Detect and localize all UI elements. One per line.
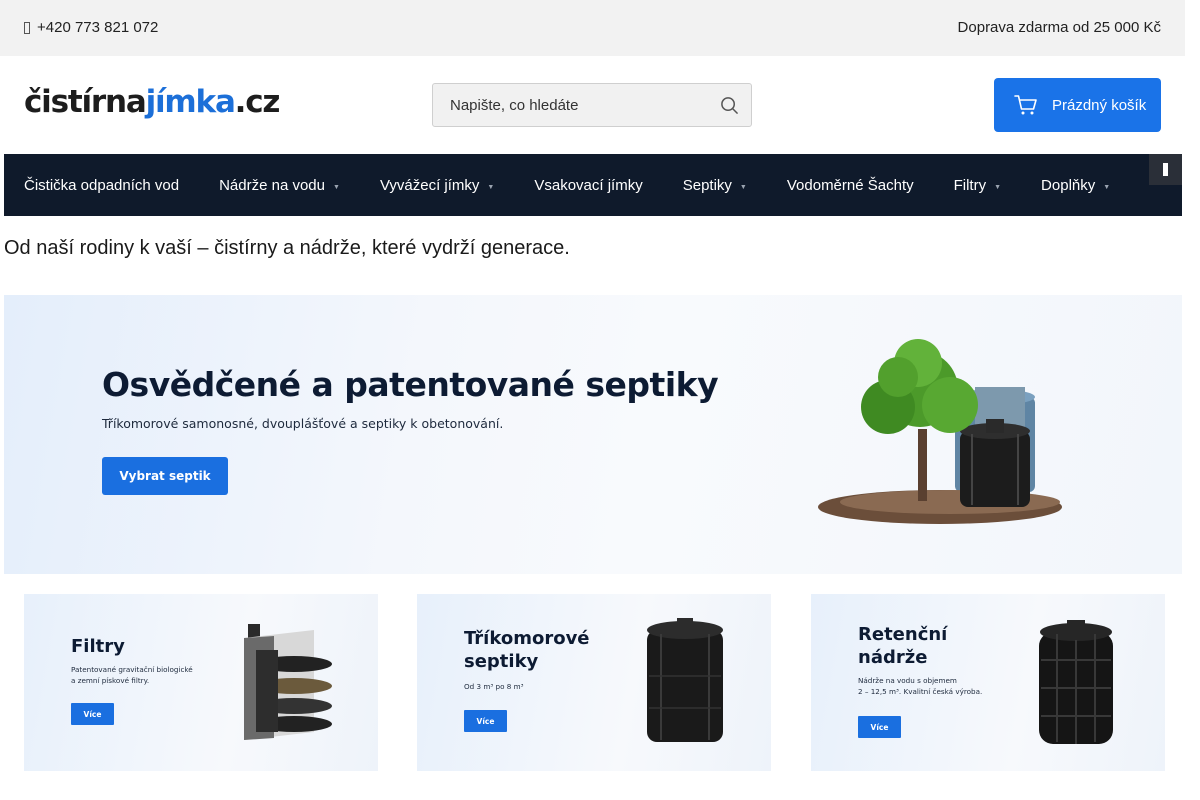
card-title: Tříkomorové septiky [464, 628, 590, 672]
nav-item-septiky[interactable]: Septiky ▼ [663, 154, 767, 216]
phone-number[interactable]: +420 773 821 072 [37, 19, 158, 36]
cart-label: Prázdný košík [1052, 96, 1147, 114]
chevron-down-icon: ▼ [994, 183, 1002, 191]
cart-button[interactable]: Prázdný košík [994, 78, 1161, 132]
main-navigation: Čistička odpadních vod Nádrže na vodu ▼ V… [4, 154, 1182, 216]
nav-item-vsakovaci-jimky[interactable]: Vsakovací jímky [514, 154, 662, 216]
nav-item-doplnky[interactable]: Doplňky ▼ [1021, 154, 1130, 216]
cart-icon [1014, 95, 1037, 115]
nav-label: Nádrže na vodu [219, 176, 325, 194]
nav-label: Filtry [953, 176, 987, 194]
card-title: Retenční nádrže [858, 624, 948, 668]
tagline: Od naší rodiny k vaší – čistírny a nádrž… [4, 237, 570, 259]
nav-item-filtry[interactable]: Filtry ▼ [934, 154, 1021, 216]
nav-label: Septiky [682, 176, 732, 194]
site-logo[interactable]: čistírna jímka .cz [24, 84, 281, 124]
chevron-down-icon: ▼ [739, 183, 747, 191]
nav-label: Vsakovací jímky [534, 176, 643, 194]
hero-banner[interactable]: Osvědčené a patentované septiky Tříkomor… [4, 295, 1182, 574]
nav-item-vodomerne-sachty[interactable]: Vodoměrné Šachty [767, 154, 934, 216]
hero-title: Osvědčené a patentované septiky [102, 365, 719, 404]
search-box [432, 83, 752, 127]
more-icon [1163, 163, 1168, 176]
free-shipping-notice: Doprava zdarma od 25 000 Kč [957, 19, 1161, 36]
card-text: Od 3 m³ po 8 m³ [464, 682, 524, 691]
chevron-down-icon: ▼ [1103, 183, 1111, 191]
nav-label: Doplňky [1041, 176, 1096, 194]
nav-label: Vodoměrné Šachty [786, 176, 914, 194]
phone-icon [24, 21, 30, 34]
nav-item-vyvazeci-jimky[interactable]: Vyvážecí jímky ▼ [360, 154, 514, 216]
septic-tank-product-image [647, 618, 723, 742]
search-icon[interactable] [720, 96, 739, 115]
hero-cta-button[interactable]: Vybrat septik [102, 457, 228, 495]
search-input[interactable] [434, 85, 704, 125]
category-card-filtry[interactable]: Filtry Patentované gravitační biologické… [24, 594, 378, 771]
card-title: Filtry [71, 636, 125, 657]
card-text: Patentované gravitační biologické a zemn… [71, 665, 193, 685]
nav-more-button[interactable] [1149, 154, 1182, 185]
nav-label: Čistička odpadních vod [24, 176, 180, 194]
nav-item-cisticka[interactable]: Čistička odpadních vod [4, 154, 199, 216]
chevron-down-icon: ▼ [487, 183, 495, 191]
hero-subtitle: Tříkomorové samonosné, dvouplášťové a se… [102, 416, 504, 431]
logo-text-part1: čistírna [24, 84, 147, 120]
category-card-trikomorove-septiky[interactable]: Tříkomorové septiky Od 3 m³ po 8 m³ Více [417, 594, 771, 771]
logo-text-part3: .cz [234, 84, 281, 120]
nav-item-nadrze[interactable]: Nádrže na vodu ▼ [199, 154, 360, 216]
card-text: Nádrže na vodu s objemem 2 – 12,5 m³. Kv… [858, 676, 983, 696]
septic-tank-tree-image [818, 339, 1062, 524]
logo-text-part2: jímka [145, 84, 236, 120]
phone-contact[interactable]: +420 773 821 072 [24, 19, 158, 36]
nav-label: Vyvážecí jímky [379, 176, 480, 194]
top-bar: +420 773 821 072 Doprava zdarma od 25 00… [0, 0, 1185, 56]
card-more-button[interactable]: Více [858, 716, 901, 738]
chevron-down-icon: ▼ [333, 183, 340, 191]
card-more-button[interactable]: Více [464, 710, 507, 732]
retention-tank-product-image [1039, 620, 1113, 744]
filter-product-image [244, 624, 332, 740]
card-more-button[interactable]: Více [71, 703, 114, 725]
category-card-retencni-nadrze[interactable]: Retenční nádrže Nádrže na vodu s objemem… [811, 594, 1165, 771]
